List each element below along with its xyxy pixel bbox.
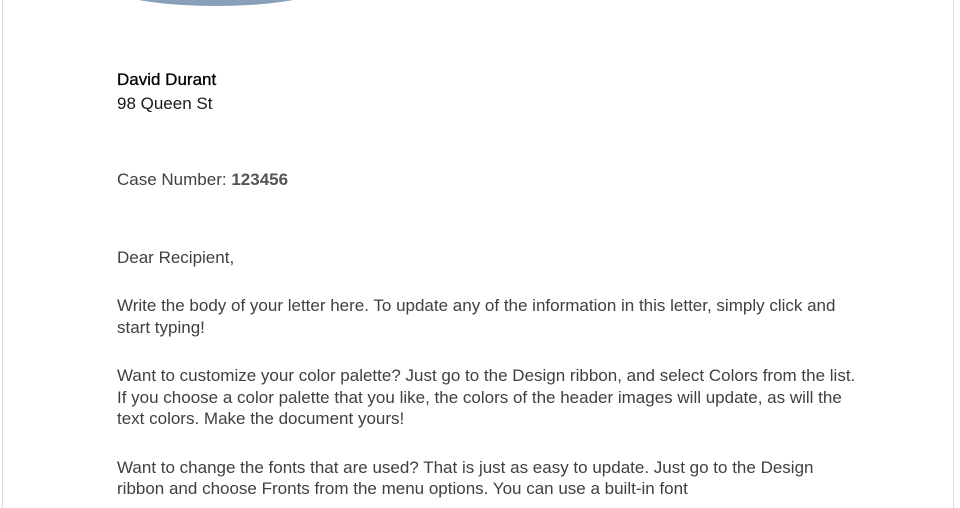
body-paragraph-3[interactable]: Want to change the fonts that are used? … [117, 457, 857, 500]
sender-name[interactable]: David Durant [117, 69, 857, 91]
case-number-label: Case Number: [117, 170, 232, 189]
case-number-value[interactable]: 123456 [231, 170, 288, 189]
salutation[interactable]: Dear Recipient, [117, 247, 857, 269]
document-canvas: David Durant 98 Queen St Case Number: 12… [0, 0, 960, 508]
header-decoration-shape [101, 0, 331, 6]
letter-body[interactable]: David Durant 98 Queen St Case Number: 12… [117, 69, 857, 500]
sender-address[interactable]: 98 Queen St [117, 93, 857, 115]
document-page[interactable]: David Durant 98 Queen St Case Number: 12… [2, 0, 954, 508]
body-paragraph-1[interactable]: Write the body of your letter here. To u… [117, 295, 857, 338]
body-paragraph-2[interactable]: Want to customize your color palette? Ju… [117, 365, 857, 430]
case-number-line[interactable]: Case Number: 123456 [117, 169, 857, 191]
